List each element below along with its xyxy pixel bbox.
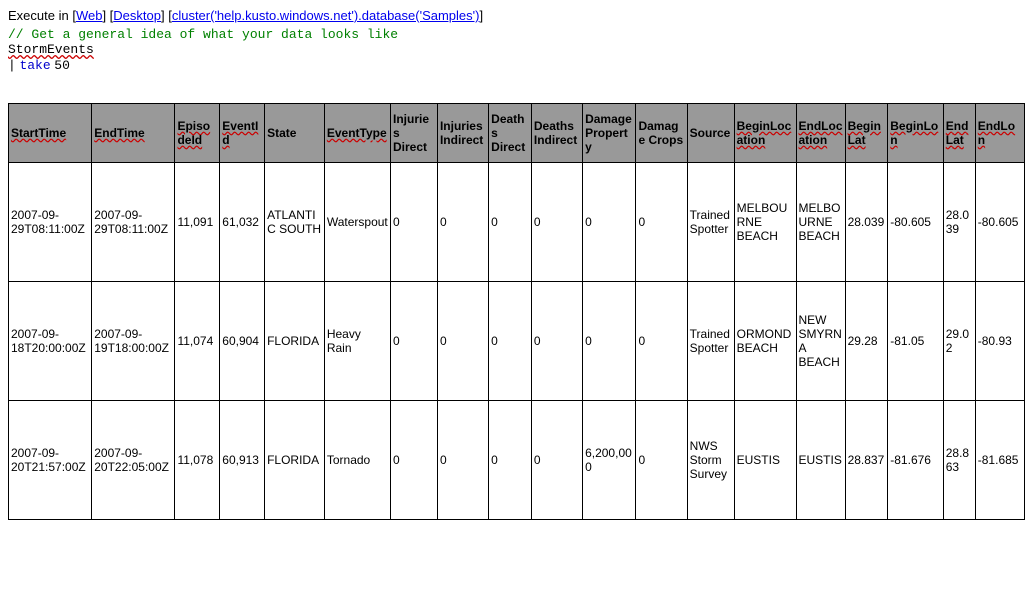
table-cell[interactable]: 0	[489, 163, 532, 282]
table-cell[interactable]: Trained Spotter	[687, 163, 734, 282]
table-header-cell[interactable]: EndLat	[943, 104, 975, 163]
table-header-cell[interactable]: Deaths Direct	[489, 104, 532, 163]
link-web[interactable]: Web	[76, 8, 103, 23]
table-header-cell[interactable]: State	[265, 104, 325, 163]
table-cell[interactable]: 60,913	[220, 401, 265, 520]
table-header-cell[interactable]: EndLocation	[796, 104, 845, 163]
table-header-cell[interactable]: Damage Property	[583, 104, 636, 163]
table-cell[interactable]: ATLANTIC SOUTH	[265, 163, 325, 282]
table-header-cell[interactable]: EndTime	[92, 104, 175, 163]
table-cell[interactable]: -81.685	[975, 401, 1024, 520]
table-cell[interactable]: Waterspout	[324, 163, 390, 282]
table-cell[interactable]: -81.676	[888, 401, 943, 520]
table-header-cell[interactable]: EventType	[324, 104, 390, 163]
table-cell[interactable]: MELBOURNE BEACH	[734, 163, 796, 282]
table-cell[interactable]: 28.863	[943, 401, 975, 520]
table-cell[interactable]: 2007-09-20T21:57:00Z	[9, 401, 92, 520]
table-header-cell[interactable]: StartTime	[9, 104, 92, 163]
code-table-name: StormEvents	[8, 42, 1025, 57]
table-cell[interactable]: 0	[583, 163, 636, 282]
table-header-cell[interactable]: EpisodeId	[175, 104, 220, 163]
table-cell[interactable]: EUSTIS	[734, 401, 796, 520]
table-cell[interactable]: -80.93	[975, 282, 1024, 401]
table-cell[interactable]: Tornado	[324, 401, 390, 520]
table-cell[interactable]: 2007-09-29T08:11:00Z	[9, 163, 92, 282]
code-pipe: |	[8, 58, 16, 73]
table-cell[interactable]: 61,032	[220, 163, 265, 282]
table-cell[interactable]: 29.02	[943, 282, 975, 401]
table-header-cell[interactable]: BeginLocation	[734, 104, 796, 163]
table-cell[interactable]: 0	[391, 282, 438, 401]
table-header-cell[interactable]: BeginLon	[888, 104, 943, 163]
table-header-cell[interactable]: EventId	[220, 104, 265, 163]
table-cell[interactable]: EUSTIS	[796, 401, 845, 520]
table-cell[interactable]: 28.837	[845, 401, 888, 520]
table-cell[interactable]: 11,078	[175, 401, 220, 520]
table-cell[interactable]: 0	[636, 163, 687, 282]
code-take-number: 50	[54, 58, 70, 73]
table-cell[interactable]: 2007-09-19T18:00:00Z	[92, 282, 175, 401]
execute-line: Execute in [Web] [Desktop] [cluster('hel…	[8, 8, 1025, 23]
table-cell[interactable]: 0	[437, 401, 488, 520]
table-header-cell[interactable]: Injuries Direct	[391, 104, 438, 163]
table-cell[interactable]: 0	[583, 282, 636, 401]
table-cell[interactable]: ORMOND BEACH	[734, 282, 796, 401]
table-cell[interactable]: Heavy Rain	[324, 282, 390, 401]
table-cell[interactable]: FLORIDA	[265, 401, 325, 520]
table-cell[interactable]: NWS Storm Survey	[687, 401, 734, 520]
table-cell[interactable]: 29.28	[845, 282, 888, 401]
table-cell[interactable]: 0	[531, 282, 582, 401]
table-cell[interactable]: 0	[489, 282, 532, 401]
table-header-cell[interactable]: Injuries Indirect	[437, 104, 488, 163]
execute-label: Execute in	[8, 8, 69, 23]
table-cell[interactable]: 60,904	[220, 282, 265, 401]
table-header-cell[interactable]: Damage Crops	[636, 104, 687, 163]
table-cell[interactable]: 2007-09-18T20:00:00Z	[9, 282, 92, 401]
code-take-line: | take 50	[8, 57, 1025, 73]
results-table: StartTimeEndTimeEpisodeIdEventIdStateEve…	[8, 103, 1025, 520]
code-comment: // Get a general idea of what your data …	[8, 27, 1025, 42]
table-header-cell[interactable]: BeginLat	[845, 104, 888, 163]
table-cell[interactable]: Trained Spotter	[687, 282, 734, 401]
table-row: 2007-09-18T20:00:00Z2007-09-19T18:00:00Z…	[9, 282, 1025, 401]
table-cell[interactable]: 0	[391, 401, 438, 520]
table-cell[interactable]: 0	[437, 282, 488, 401]
table-cell[interactable]: 28.039	[943, 163, 975, 282]
table-cell[interactable]: 11,091	[175, 163, 220, 282]
table-cell[interactable]: MELBOURNE BEACH	[796, 163, 845, 282]
table-cell[interactable]: 0	[489, 401, 532, 520]
table-header-cell[interactable]: Source	[687, 104, 734, 163]
table-header-cell[interactable]: EndLon	[975, 104, 1024, 163]
table-cell[interactable]: 6,200,000	[583, 401, 636, 520]
table-header-row: StartTimeEndTimeEpisodeIdEventIdStateEve…	[9, 104, 1025, 163]
table-cell[interactable]: 2007-09-29T08:11:00Z	[92, 163, 175, 282]
table-header-cell[interactable]: Deaths Indirect	[531, 104, 582, 163]
table-row: 2007-09-20T21:57:00Z2007-09-20T22:05:00Z…	[9, 401, 1025, 520]
link-cluster[interactable]: cluster('help.kusto.windows.net').databa…	[172, 8, 480, 23]
table-cell[interactable]: 0	[636, 282, 687, 401]
table-cell[interactable]: 0	[636, 401, 687, 520]
table-cell[interactable]: FLORIDA	[265, 282, 325, 401]
link-desktop[interactable]: Desktop	[113, 8, 161, 23]
code-take-keyword: take	[19, 58, 50, 73]
table-cell[interactable]: 0	[531, 401, 582, 520]
table-cell[interactable]: NEW SMYRNA BEACH	[796, 282, 845, 401]
table-cell[interactable]: -80.605	[975, 163, 1024, 282]
table-cell[interactable]: -80.605	[888, 163, 943, 282]
table-cell[interactable]: 2007-09-20T22:05:00Z	[92, 401, 175, 520]
table-cell[interactable]: 28.039	[845, 163, 888, 282]
table-cell[interactable]: 0	[391, 163, 438, 282]
table-cell[interactable]: -81.05	[888, 282, 943, 401]
table-row: 2007-09-29T08:11:00Z2007-09-29T08:11:00Z…	[9, 163, 1025, 282]
table-cell[interactable]: 11,074	[175, 282, 220, 401]
table-cell[interactable]: 0	[437, 163, 488, 282]
table-cell[interactable]: 0	[531, 163, 582, 282]
